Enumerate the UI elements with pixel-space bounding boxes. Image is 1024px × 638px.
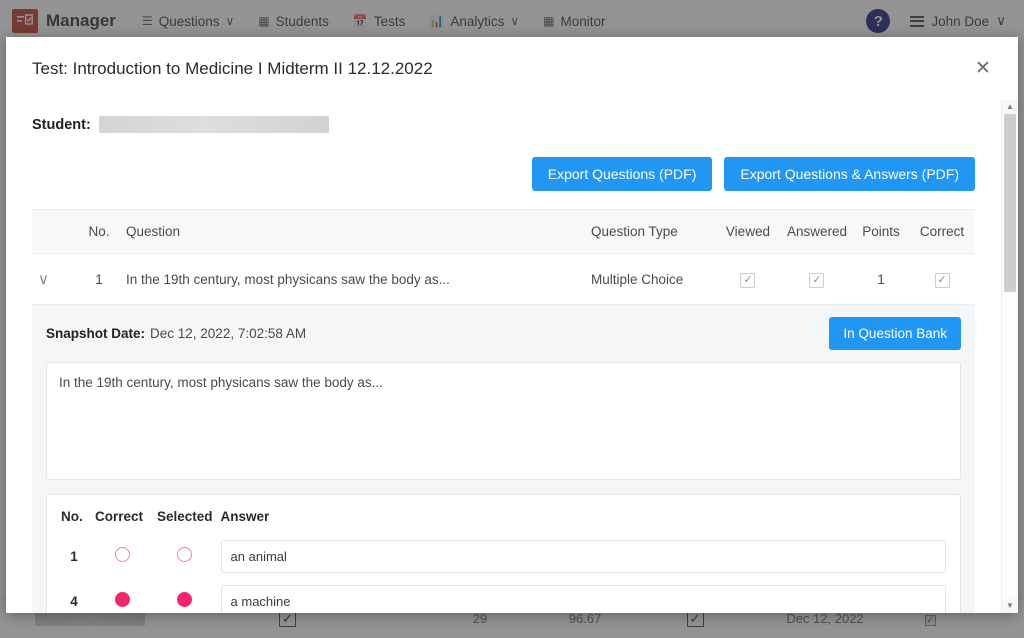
answers-col-answer: Answer [220, 509, 270, 524]
questions-table-head: No. Question Question Type Viewed Answer… [32, 209, 975, 254]
col-header-correct: Correct [909, 209, 975, 254]
answer-selected-cell[interactable] [153, 579, 217, 613]
close-icon[interactable]: ✕ [970, 56, 996, 82]
radio-selected-icon[interactable] [114, 591, 130, 607]
radio-unselected-icon[interactable] [114, 546, 130, 562]
row-correct-cell: ✓ [909, 253, 975, 305]
row-answered-cell: ✓ [780, 253, 853, 305]
snapshot-date-label: Snapshot Date: [46, 326, 146, 341]
scroll-down-arrow-icon[interactable]: ▼ [1002, 599, 1018, 613]
questions-table: No. Question Question Type Viewed Answer… [32, 209, 975, 305]
radio-selected-icon[interactable] [177, 591, 193, 607]
answers-table-body: 1 an animal 4 a machine [57, 534, 950, 613]
answer-no: 1 [70, 549, 78, 564]
question-detail-panel: In the 19th century, most physicans saw … [32, 362, 975, 613]
scrollbar-thumb[interactable] [1004, 114, 1016, 292]
row-points: 1 [853, 253, 909, 305]
row-expand-cell[interactable]: ∨ [32, 253, 78, 305]
export-questions-answers-button[interactable]: Export Questions & Answers (PDF) [724, 157, 975, 191]
checked-checkbox-icon: ✓ [809, 272, 825, 288]
questions-table-body: ∨ 1 In the 19th century, most physicans … [32, 253, 975, 305]
test-detail-modal: Test: Introduction to Medicine I Midterm… [6, 37, 1018, 613]
page-title: Test: Introduction to Medicine I Midterm… [32, 58, 433, 78]
answers-col-correct: Correct [95, 509, 144, 524]
col-header-question-type: Question Type [584, 209, 715, 254]
answer-text-cell [217, 534, 950, 579]
row-viewed-cell: ✓ [714, 253, 781, 305]
in-question-bank-button[interactable]: In Question Bank [829, 317, 961, 350]
answers-col-no: No. [61, 509, 83, 524]
col-header-question: Question [120, 209, 585, 254]
answers-table-head: No. Correct Selected Answer [57, 503, 950, 534]
radio-unselected-icon[interactable] [177, 546, 193, 562]
answers-header-row: No. Correct Selected Answer [57, 503, 950, 534]
answers-col-selected: Selected [157, 509, 213, 524]
answer-text-input[interactable] [220, 585, 946, 613]
col-header-expand [32, 209, 78, 254]
modal-scroll-area: Student: Export Questions (PDF) Export Q… [6, 100, 1001, 613]
col-header-viewed: Viewed [714, 209, 781, 254]
answers-panel: No. Correct Selected Answer 1 an animal … [46, 494, 961, 613]
answer-text-input[interactable] [220, 540, 946, 573]
snapshot-date-value: Dec 12, 2022, 7:02:58 AM [150, 326, 307, 341]
row-question-text: In the 19th century, most physicans saw … [120, 253, 585, 305]
row-no: 1 [78, 253, 120, 305]
table-row[interactable]: ∨ 1 In the 19th century, most physicans … [32, 253, 975, 305]
student-name-redacted [98, 116, 329, 133]
export-button-group: Export Questions (PDF) Export Questions … [32, 157, 975, 191]
col-header-points: Points [853, 209, 909, 254]
modal-body-wrapper: Student: Export Questions (PDF) Export Q… [6, 100, 1018, 613]
answer-no: 4 [70, 594, 78, 609]
answer-selected-cell[interactable] [153, 534, 217, 579]
answers-table: No. Correct Selected Answer 1 an animal … [57, 503, 950, 613]
answer-text-cell [217, 579, 950, 613]
modal-header: Test: Introduction to Medicine I Midterm… [6, 37, 1018, 100]
list-item: 1 [57, 534, 950, 579]
student-row: Student: [32, 116, 975, 133]
checked-checkbox-icon: ✓ [934, 272, 950, 288]
row-question-type: Multiple Choice [584, 253, 715, 305]
scroll-up-arrow-icon[interactable]: ▲ [1002, 100, 1018, 114]
chevron-down-icon[interactable]: ∨ [38, 270, 49, 288]
modal-scrollbar[interactable]: ▲ ▼ [1001, 100, 1018, 613]
snapshot-bar: Snapshot Date: Dec 12, 2022, 7:02:58 AM … [32, 305, 975, 362]
question-text-box: In the 19th century, most physicans saw … [46, 362, 961, 480]
student-label: Student: [32, 116, 91, 133]
answer-correct-cell[interactable] [91, 534, 153, 579]
checked-checkbox-icon: ✓ [740, 272, 756, 288]
col-header-no: No. [78, 209, 120, 254]
col-header-answered: Answered [780, 209, 853, 254]
questions-table-header-row: No. Question Question Type Viewed Answer… [32, 209, 975, 254]
list-item: 4 [57, 579, 950, 613]
answer-correct-cell[interactable] [91, 579, 153, 613]
export-questions-button[interactable]: Export Questions (PDF) [531, 157, 713, 191]
